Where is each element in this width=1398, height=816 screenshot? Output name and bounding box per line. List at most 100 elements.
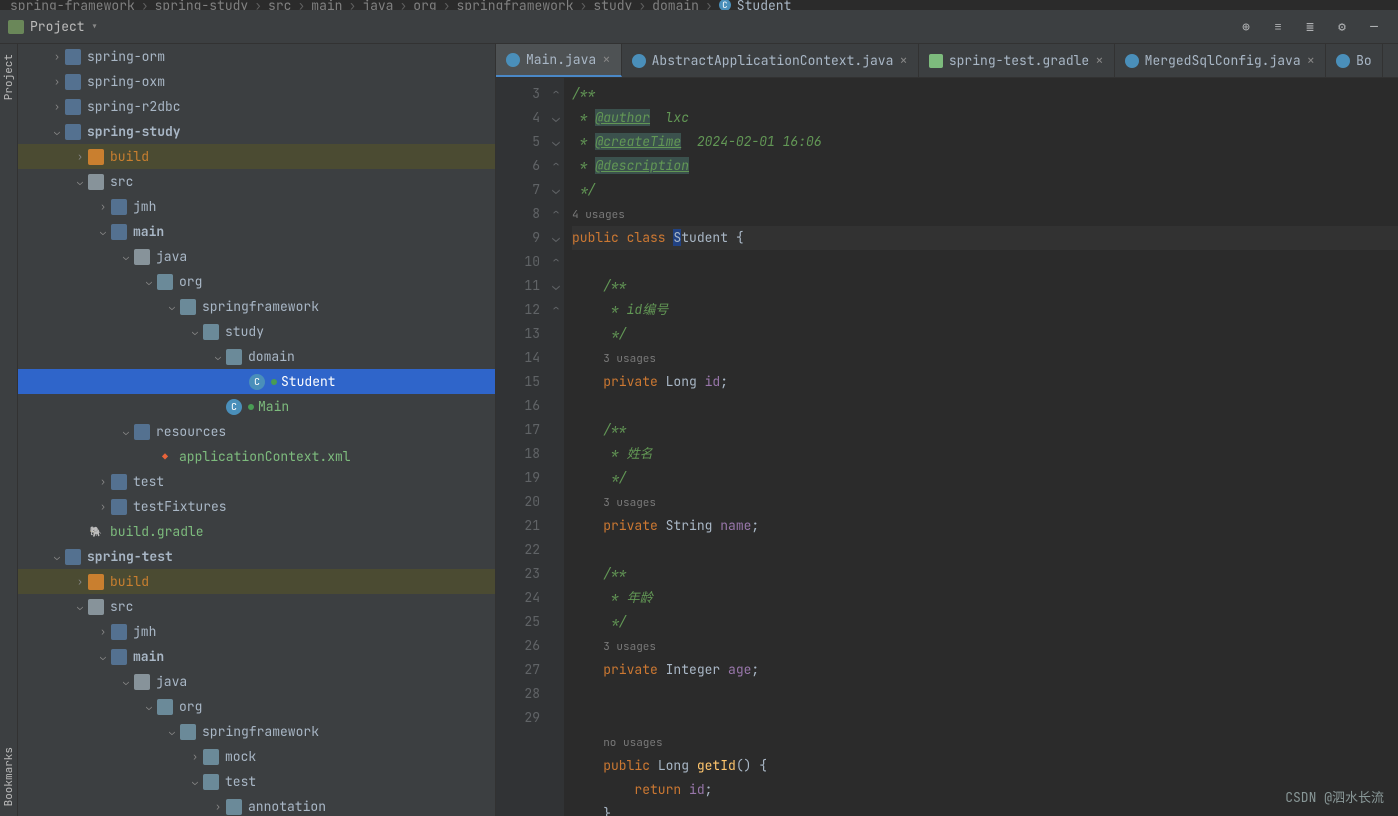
expand-arrow-icon[interactable]: › — [49, 75, 65, 88]
expand-arrow-icon[interactable]: ⌄ — [118, 675, 134, 688]
expand-arrow-icon[interactable]: › — [95, 200, 111, 213]
tree-item-annotation[interactable]: ›annotation — [18, 794, 495, 816]
project-tree[interactable]: ›spring-orm›spring-oxm›spring-r2dbc⌄spri… — [18, 44, 496, 816]
code-editor[interactable]: 3456789101112131415161718192021222324252… — [496, 78, 1398, 816]
code-line[interactable] — [572, 706, 1398, 730]
expand-arrow-icon[interactable]: › — [49, 50, 65, 63]
breadcrumb-segment[interactable]: domain — [652, 0, 699, 10]
expand-arrow-icon[interactable]: ⌄ — [164, 300, 180, 313]
code-content[interactable]: /** * @author lxc * @createTime 2024-02-… — [564, 78, 1398, 816]
expand-arrow-icon[interactable]: ⌄ — [72, 175, 88, 188]
tree-item-applicationcontext-xml[interactable]: ◆applicationContext.xml — [18, 444, 495, 469]
tab-spring-test-gradle[interactable]: spring-test.gradle× — [919, 44, 1115, 77]
tree-item-main[interactable]: CMain — [18, 394, 495, 419]
tab-mergedsqlconfig-java[interactable]: MergedSqlConfig.java× — [1115, 44, 1326, 77]
code-line[interactable]: */ — [572, 178, 1398, 202]
tree-item-study[interactable]: ⌄study — [18, 319, 495, 344]
tree-item-testfixtures[interactable]: ›testFixtures — [18, 494, 495, 519]
code-line[interactable]: * @author lxc — [572, 106, 1398, 130]
expand-arrow-icon[interactable]: ⌄ — [210, 350, 226, 363]
expand-arrow-icon[interactable]: › — [72, 575, 88, 588]
code-line[interactable] — [572, 394, 1398, 418]
code-line[interactable]: /** — [572, 418, 1398, 442]
fold-column[interactable]: ⌃⌄⌄⌃⌄⌃⌄⌃⌄⌃ — [548, 78, 564, 816]
fold-handle-icon[interactable]: ⌄ — [548, 274, 564, 298]
fold-handle-icon[interactable]: ⌄ — [548, 130, 564, 154]
locate-icon[interactable]: ⊕ — [1238, 19, 1254, 35]
code-line[interactable]: */ — [572, 610, 1398, 634]
code-line[interactable]: 3 usages — [572, 490, 1398, 514]
project-tool-tab[interactable]: Project — [0, 48, 18, 106]
expand-arrow-icon[interactable]: ⌄ — [141, 275, 157, 288]
expand-arrow-icon[interactable]: › — [49, 100, 65, 113]
tab-main-java[interactable]: Main.java× — [496, 44, 622, 77]
code-line[interactable]: no usages — [572, 730, 1398, 754]
fold-handle-icon[interactable]: ⌃ — [548, 154, 564, 178]
tree-item-java[interactable]: ⌄java — [18, 244, 495, 269]
project-view-label[interactable]: Project — [30, 18, 85, 35]
expand-arrow-icon[interactable]: › — [187, 750, 203, 763]
tree-item-spring-study[interactable]: ⌄spring-study — [18, 119, 495, 144]
tree-item-resources[interactable]: ⌄resources — [18, 419, 495, 444]
fold-handle-icon[interactable]: ⌃ — [548, 250, 564, 274]
breadcrumb-segment[interactable]: spring-framework — [10, 0, 135, 10]
tree-item-src[interactable]: ⌄src — [18, 169, 495, 194]
expand-arrow-icon[interactable]: › — [95, 500, 111, 513]
expand-arrow-icon[interactable]: ⌄ — [118, 425, 134, 438]
code-line[interactable]: public Long getId() { — [572, 754, 1398, 778]
bookmarks-tool-tab[interactable]: Bookmarks — [0, 741, 18, 812]
breadcrumb-segment[interactable]: src — [268, 0, 291, 10]
close-icon[interactable]: × — [1095, 52, 1103, 70]
code-line[interactable]: /** — [572, 82, 1398, 106]
close-icon[interactable]: × — [899, 52, 907, 70]
tree-item-main[interactable]: ⌄main — [18, 644, 495, 669]
code-line[interactable]: /** — [572, 274, 1398, 298]
tree-item-java[interactable]: ⌄java — [18, 669, 495, 694]
tree-item-src[interactable]: ⌄src — [18, 594, 495, 619]
code-line[interactable]: * id编号 — [572, 298, 1398, 322]
fold-handle-icon[interactable]: ⌄ — [548, 178, 564, 202]
code-line[interactable]: * @description — [572, 154, 1398, 178]
code-line[interactable] — [572, 538, 1398, 562]
tree-item-spring-test[interactable]: ⌄spring-test — [18, 544, 495, 569]
expand-arrow-icon[interactable]: ⌄ — [95, 225, 111, 238]
expand-arrow-icon[interactable]: ⌄ — [187, 775, 203, 788]
tree-item-spring-r2dbc[interactable]: ›spring-r2dbc — [18, 94, 495, 119]
expand-arrow-icon[interactable]: › — [72, 150, 88, 163]
tree-item-org[interactable]: ⌄org — [18, 694, 495, 719]
code-line[interactable]: private Long id; — [572, 370, 1398, 394]
tree-item-springframework[interactable]: ⌄springframework — [18, 294, 495, 319]
fold-handle-icon[interactable]: ⌃ — [548, 202, 564, 226]
breadcrumb-segment[interactable]: springframework — [457, 0, 574, 10]
code-line[interactable]: } — [572, 802, 1398, 816]
expand-arrow-icon[interactable]: ⌄ — [164, 725, 180, 738]
fold-handle-icon[interactable]: ⌄ — [548, 106, 564, 130]
code-line[interactable]: * 年龄 — [572, 586, 1398, 610]
tab-abstractapplicationcontext-java[interactable]: AbstractApplicationContext.java× — [622, 44, 919, 77]
tree-item-build[interactable]: ›build — [18, 144, 495, 169]
expand-arrow-icon[interactable]: ⌄ — [95, 650, 111, 663]
expand-arrow-icon[interactable]: ⌄ — [118, 250, 134, 263]
breadcrumb-segment[interactable]: java — [362, 0, 393, 10]
code-line[interactable]: private String name; — [572, 514, 1398, 538]
tree-item-build[interactable]: ›build — [18, 569, 495, 594]
close-icon[interactable]: × — [1307, 52, 1315, 70]
tree-item-jmh[interactable]: ›jmh — [18, 194, 495, 219]
breadcrumb-segment[interactable]: org — [413, 0, 436, 10]
tree-item-springframework[interactable]: ⌄springframework — [18, 719, 495, 744]
expand-arrow-icon[interactable]: › — [95, 625, 111, 638]
fold-handle-icon[interactable]: ⌃ — [548, 82, 564, 106]
tree-item-build-gradle[interactable]: 🐘build.gradle — [18, 519, 495, 544]
expand-arrow-icon[interactable]: ⌄ — [49, 125, 65, 138]
expand-arrow-icon[interactable]: ⌄ — [141, 700, 157, 713]
code-line[interactable]: 3 usages — [572, 634, 1398, 658]
tree-item-test[interactable]: ›test — [18, 469, 495, 494]
expand-arrow-icon[interactable]: ⌄ — [49, 550, 65, 563]
code-line[interactable]: /** — [572, 562, 1398, 586]
tree-item-mock[interactable]: ›mock — [18, 744, 495, 769]
tree-item-domain[interactable]: ⌄domain — [18, 344, 495, 369]
expand-arrow-icon[interactable]: ⌄ — [72, 600, 88, 613]
code-line[interactable]: * @createTime 2024-02-01 16:06 — [572, 130, 1398, 154]
tree-item-spring-oxm[interactable]: ›spring-oxm — [18, 69, 495, 94]
hide-icon[interactable]: — — [1366, 19, 1382, 35]
